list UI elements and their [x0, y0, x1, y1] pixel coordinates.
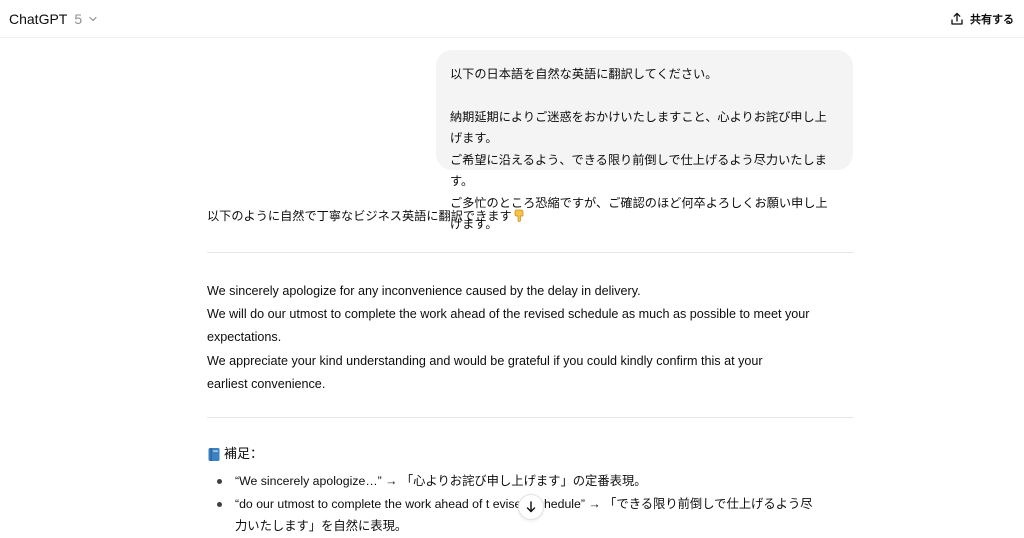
note-text: “We sincerely apologize…” → 「心よりお詫び申し上げま…: [235, 474, 647, 488]
divider: [207, 417, 854, 418]
assistant-intro-text: 以下のように自然で丁寧なビジネス英語に翻訳できます: [207, 209, 512, 223]
model-version: 5: [74, 10, 83, 27]
user-message-line: ご希望に沿えるよう、できる限り前倒しで仕上げるよう尽力いたします。: [450, 152, 827, 189]
list-item: “We sincerely apologize…” → 「心よりお詫び申し上げま…: [215, 470, 860, 493]
chevron-down-icon: [89, 16, 97, 21]
user-message-line: 納期延期によりご迷惑をおかけいたしますこと、心よりお詫び申し上げます。: [450, 109, 827, 146]
arrow-down-icon: [526, 501, 536, 513]
model-selector-button[interactable]: ChatGPT 5: [9, 11, 98, 27]
share-label: 共有する: [970, 13, 1014, 26]
note-title: 補足：: [224, 446, 264, 461]
translation-block: We sincerely apologize for any inconveni…: [207, 280, 857, 396]
share-upload-icon: [951, 12, 963, 25]
scroll-to-bottom-button[interactable]: [518, 494, 544, 520]
translation-line: We appreciate your kind understanding an…: [207, 353, 763, 368]
top-bar: ChatGPT 5 共有する: [0, 0, 1024, 38]
translation-line: expectations.: [207, 330, 282, 345]
blue-book-icon: [208, 447, 220, 461]
translation-line: We sincerely apologize for any inconveni…: [207, 284, 641, 298]
note-heading: 補足：: [207, 444, 263, 464]
user-message-bubble: 以下の日本語を自然な英語に翻訳してください。 納期延期によりご迷惑をおかけいたし…: [436, 50, 853, 231]
user-message-line: 以下の日本語を自然な英語に翻訳してください。: [450, 67, 718, 81]
divider: [207, 252, 854, 253]
share-button[interactable]: 共有する: [950, 11, 1014, 27]
pointing-down-emoji-icon: [514, 209, 524, 222]
translation-line: We will do our utmost to complete the wo…: [207, 307, 810, 322]
model-name: ChatGPT: [9, 10, 68, 27]
assistant-intro: 以下のように自然で丁寧なビジネス英語に翻訳できます: [207, 206, 855, 226]
translation-line: earliest convenience.: [207, 376, 326, 391]
note-text: “do our utmost to complete the work ahea…: [235, 496, 813, 511]
note-text: 力いたします」を自然に表現。: [235, 519, 408, 533]
